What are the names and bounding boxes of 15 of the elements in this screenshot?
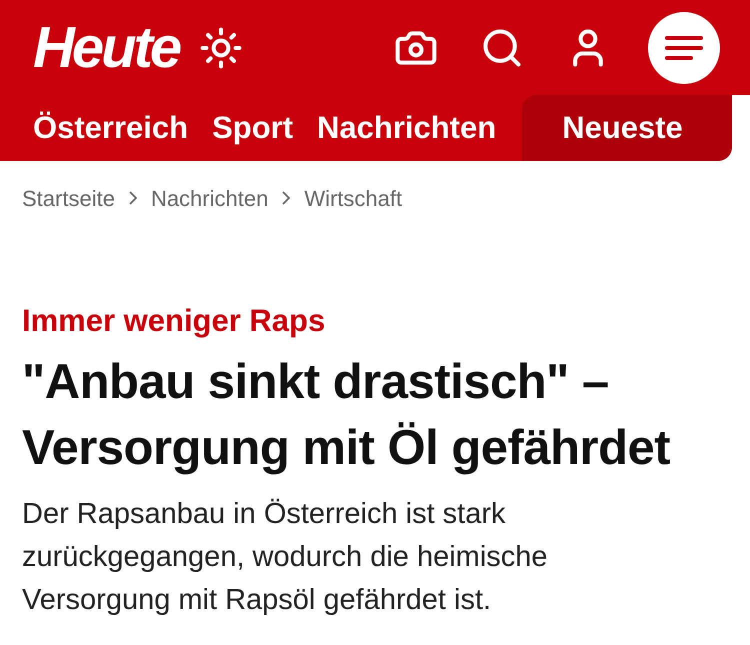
article-headline: "Anbau sinkt drastisch" – Versorgung mit Öl gefährdet (22, 354, 672, 477)
menu-icon (665, 34, 703, 60)
article-kicker: Immer weniger Raps (22, 302, 326, 340)
nav-tab[interactable]: Österreich (33, 95, 188, 161)
nav-tab[interactable]: Nachrichten (317, 95, 496, 161)
logo[interactable]: Heute (33, 18, 180, 76)
breadcrumb-link[interactable]: Startseite (22, 182, 115, 214)
nav-tab[interactable]: Sport (212, 95, 294, 161)
nav-tab[interactable]: Neueste (522, 95, 732, 161)
sun-icon[interactable] (199, 26, 244, 70)
article-lead: Der Rapsanbau in Österreich ist stark zurückgegangen, wodurch die heimische Versorgung mit Rapsöl gefährdet ist. (22, 497, 549, 618)
chevron-icon (128, 191, 137, 205)
breadcrumb-link[interactable]: Nachrichten (150, 182, 268, 214)
chevron-icon (282, 191, 290, 205)
breadcrumb-link[interactable]: Wirtschaft (304, 182, 402, 214)
